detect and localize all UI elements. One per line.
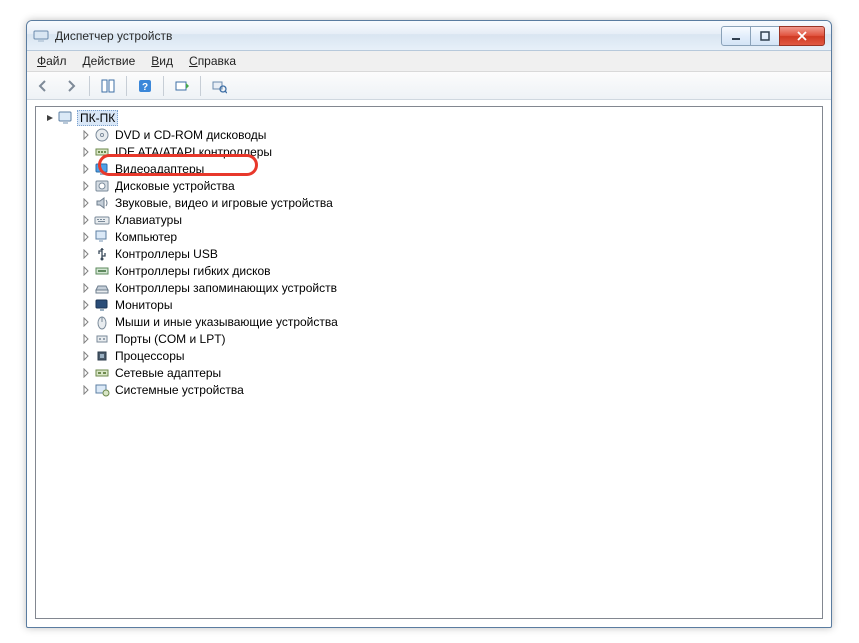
scan-hardware-changes-button[interactable] [207, 74, 231, 98]
tree-children: DVD и CD-ROM дисководы IDE ATA/ATAPI конт… [38, 126, 820, 398]
tree-node[interactable]: IDE ATA/ATAPI контроллеры [58, 143, 820, 160]
cpu-icon [94, 348, 110, 364]
expand-icon[interactable] [78, 381, 94, 398]
toolbar: ? [27, 72, 831, 100]
storage-icon [94, 280, 110, 296]
tree-node-label: Сетевые адаптеры [113, 366, 223, 380]
tree-node[interactable]: Звуковые, видео и игровые устройства [58, 194, 820, 211]
tree-node[interactable]: Контроллеры запоминающих устройств [58, 279, 820, 296]
svg-text:?: ? [142, 82, 148, 93]
expand-icon[interactable] [78, 364, 94, 381]
tree-root-node[interactable]: ПК-ПК [38, 109, 820, 126]
floppyctl-icon [94, 263, 110, 279]
tree-node-label: Мыши и иные указывающие устройства [113, 315, 340, 329]
dvd-icon [94, 127, 110, 143]
titlebar[interactable]: Диспетчер устройств [27, 21, 831, 51]
tree-node-label: Процессоры [113, 349, 187, 363]
close-button[interactable] [779, 26, 825, 46]
tree-node[interactable]: Контроллеры USB [58, 245, 820, 262]
ide-icon [94, 144, 110, 160]
menubar: Файл Действие Вид Справка [27, 51, 831, 72]
expand-icon[interactable] [78, 143, 94, 160]
toolbar-separator [163, 76, 164, 96]
display-icon [94, 161, 110, 177]
sound-icon [94, 195, 110, 211]
minimize-button[interactable] [721, 26, 751, 46]
tree-node[interactable]: Сетевые адаптеры [58, 364, 820, 381]
tree-node-label: Клавиатуры [113, 213, 184, 227]
expand-icon[interactable] [78, 160, 94, 177]
toolbar-separator [89, 76, 90, 96]
device-manager-window: Диспетчер устройств Файл Действие Вид Сп… [26, 20, 832, 628]
monitor-icon [94, 297, 110, 313]
expand-icon[interactable] [78, 194, 94, 211]
tree-node-label: Видеоадаптеры [113, 162, 206, 176]
tree-node-label: Контроллеры запоминающих устройств [113, 281, 339, 295]
tree-node[interactable]: Компьютер [58, 228, 820, 245]
tree-node[interactable]: Клавиатуры [58, 211, 820, 228]
show-hide-console-button[interactable] [96, 74, 120, 98]
toolbar-separator [200, 76, 201, 96]
device-tree[interactable]: ПК-ПК DVD и CD-ROM дисководы IDE ATA/ATAP… [36, 107, 822, 400]
scan-hardware-button[interactable] [170, 74, 194, 98]
device-tree-panel: ПК-ПК DVD и CD-ROM дисководы IDE ATA/ATAP… [35, 106, 823, 619]
tree-node-label: Компьютер [113, 230, 179, 244]
tree-node-label: Мониторы [113, 298, 174, 312]
mouse-icon [94, 314, 110, 330]
keyboard-icon [94, 212, 110, 228]
system-icon [94, 382, 110, 398]
expand-icon[interactable] [78, 211, 94, 228]
expand-icon[interactable] [78, 126, 94, 143]
tree-node[interactable]: Мыши и иные указывающие устройства [58, 313, 820, 330]
expand-icon[interactable] [78, 347, 94, 364]
tree-node[interactable]: Дисковые устройства [58, 177, 820, 194]
disk-icon [94, 178, 110, 194]
expand-icon[interactable] [78, 313, 94, 330]
toolbar-separator [126, 76, 127, 96]
tree-node-label: Порты (COM и LPT) [113, 332, 228, 346]
window-controls [722, 26, 825, 46]
expand-icon[interactable] [78, 296, 94, 313]
computer-icon [58, 110, 74, 126]
tree-node[interactable]: Процессоры [58, 347, 820, 364]
expand-icon[interactable] [78, 330, 94, 347]
tree-node[interactable]: Контроллеры гибких дисков [58, 262, 820, 279]
computer-icon [94, 229, 110, 245]
tree-node-label: Звуковые, видео и игровые устройства [113, 196, 335, 210]
menu-help[interactable]: Справка [181, 51, 244, 71]
ports-icon [94, 331, 110, 347]
tree-node-label: Дисковые устройства [113, 179, 237, 193]
forward-button[interactable] [59, 74, 83, 98]
tree-node-label: Контроллеры гибких дисков [113, 264, 273, 278]
help-button[interactable]: ? [133, 74, 157, 98]
window-title: Диспетчер устройств [55, 29, 722, 43]
menu-view[interactable]: Вид [143, 51, 181, 71]
collapse-icon[interactable] [42, 109, 58, 126]
tree-node[interactable]: Видеоадаптеры [58, 160, 820, 177]
tree-node[interactable]: Мониторы [58, 296, 820, 313]
tree-node[interactable]: DVD и CD-ROM дисководы [58, 126, 820, 143]
tree-root-label: ПК-ПК [77, 110, 118, 126]
tree-node-label: Системные устройства [113, 383, 246, 397]
network-icon [94, 365, 110, 381]
expand-icon[interactable] [78, 177, 94, 194]
menu-action[interactable]: Действие [75, 51, 144, 71]
menu-file[interactable]: Файл [29, 51, 75, 71]
expand-icon[interactable] [78, 279, 94, 296]
expand-icon[interactable] [78, 245, 94, 262]
app-icon [33, 28, 49, 44]
back-button[interactable] [31, 74, 55, 98]
tree-node-label: IDE ATA/ATAPI контроллеры [113, 145, 274, 159]
tree-node-label: Контроллеры USB [113, 247, 220, 261]
tree-node[interactable]: Порты (COM и LPT) [58, 330, 820, 347]
maximize-button[interactable] [750, 26, 780, 46]
tree-node-label: DVD и CD-ROM дисководы [113, 128, 268, 142]
expand-icon[interactable] [78, 228, 94, 245]
tree-node[interactable]: Системные устройства [58, 381, 820, 398]
usb-icon [94, 246, 110, 262]
expand-icon[interactable] [78, 262, 94, 279]
